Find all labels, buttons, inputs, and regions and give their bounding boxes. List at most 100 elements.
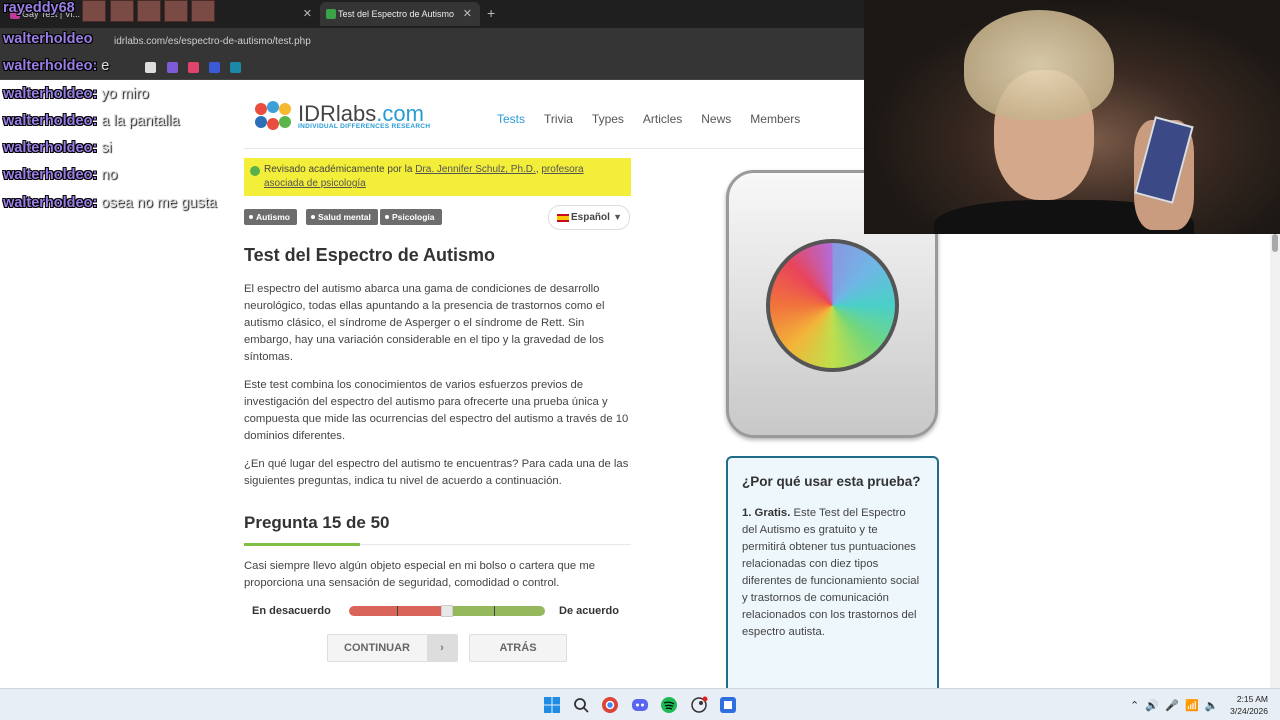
review-banner: Revisado académicamente por la Dra. Jenn…	[244, 158, 631, 196]
chevron-right-icon: ›	[427, 635, 457, 661]
chat-message: si	[101, 140, 112, 156]
emote-thumbnail	[110, 0, 134, 22]
why-use-text: 1. Gratis. Este Test del Espectro del Au…	[742, 505, 923, 641]
nav-tests[interactable]: Tests	[497, 112, 525, 126]
why-use-title: ¿Por qué usar esta prueba?	[742, 474, 921, 489]
bookmarks-bar	[0, 56, 864, 80]
search-icon[interactable]	[572, 696, 590, 714]
address-bar[interactable]: idrlabs.com/es/espectro-de-autismo/test.…	[0, 28, 864, 56]
intro-paragraph: El espectro del autismo abarca una gama …	[244, 283, 605, 363]
clock[interactable]: 2:15 AM 3/24/2026	[1222, 693, 1268, 717]
windows-start-icon[interactable]	[543, 696, 561, 714]
chevron-down-icon: ▼	[613, 212, 622, 222]
nav-types[interactable]: Types	[592, 112, 624, 126]
chat-line: walterholdeo	[3, 31, 92, 47]
check-icon	[250, 166, 260, 176]
chat-user: walterholdeo	[3, 195, 93, 211]
chat-line: walterholdeo: osea no me gusta	[3, 195, 217, 211]
chat-user: walterholdeo	[3, 58, 93, 74]
tab-strip: Gay Test | Vi... ✕ Test del Espectro de …	[0, 0, 864, 28]
chat-user: walterholdeo	[3, 31, 93, 47]
chrome-icon[interactable]	[601, 696, 619, 714]
divider	[244, 148, 864, 149]
app-icon[interactable]	[719, 696, 737, 714]
tag-psicologia[interactable]: Psicología	[380, 209, 442, 225]
scrollbar-thumb[interactable]	[1272, 234, 1278, 252]
tab-favicon-icon	[326, 9, 336, 19]
bookmark-icon[interactable]	[167, 62, 178, 73]
reviewer-link[interactable]: Dra. Jennifer Schulz, Ph.D.	[415, 164, 536, 175]
bookmark-icon[interactable]	[145, 62, 156, 73]
chat-message: yo miro	[101, 86, 149, 102]
scale-right-label: De acuerdo	[559, 605, 619, 617]
nav-trivia[interactable]: Trivia	[544, 112, 573, 126]
url-text[interactable]: idrlabs.com/es/espectro-de-autismo/test.…	[114, 36, 311, 47]
emote-thumbnail	[191, 0, 215, 22]
chat-line: walterholdeo: a la pantalla	[3, 113, 180, 129]
chat-line: walterholdeo: no	[3, 167, 118, 183]
nav-articles[interactable]: Articles	[643, 112, 682, 126]
emote-thumbnail	[137, 0, 161, 22]
language-select[interactable]: Español ▼	[548, 205, 630, 230]
chat-message: e	[101, 58, 110, 74]
close-icon[interactable]: ✕	[303, 2, 312, 26]
slider-handle[interactable]	[441, 605, 453, 617]
chat-line: walterholdeo: si	[3, 140, 112, 156]
chat-user: walterholdeo	[3, 167, 93, 183]
system-tray[interactable]: ⌃ 🔊 🎤 📶 🔈	[1130, 699, 1218, 712]
chat-line: walterholdeo: yo miro	[3, 86, 149, 102]
continue-button[interactable]: CONTINUAR ›	[327, 634, 458, 662]
tag-salud-mental[interactable]: Salud mental	[306, 209, 378, 225]
tag-autismo[interactable]: Autismo	[244, 209, 297, 225]
review-prefix: Revisado académicamente por la	[264, 164, 416, 175]
chat-message: a la pantalla	[101, 113, 180, 129]
chat-message: no	[101, 167, 118, 183]
steam-icon[interactable]	[690, 696, 708, 714]
chat-user: walterholdeo	[3, 113, 93, 129]
question-text: Casi siempre llevo algún objeto especial…	[244, 560, 596, 589]
back-button[interactable]: ATRÁS	[469, 634, 567, 662]
slider-tick	[397, 606, 398, 616]
new-tab-icon[interactable]: +	[487, 5, 495, 21]
spotify-icon[interactable]	[660, 696, 678, 714]
emote-thumbnail	[82, 0, 106, 22]
webcam-overlay	[864, 0, 1280, 234]
clock-date: 3/24/2026	[1230, 706, 1268, 716]
point-label: 1. Gratis.	[742, 507, 791, 519]
spain-flag-icon	[557, 214, 569, 222]
discord-icon[interactable]	[631, 696, 649, 714]
close-icon[interactable]: ✕	[463, 2, 472, 26]
chat-user: rayeddy68	[3, 0, 75, 16]
color-wheel-icon	[766, 239, 899, 372]
intro-paragraph: Este test combina los conocimientos de v…	[244, 379, 629, 442]
taskbar: ⌃ 🔊 🎤 📶 🔈 2:15 AM 3/24/2026	[0, 688, 1280, 720]
question-header: Pregunta 15 de 50	[244, 513, 390, 532]
intro-paragraph: ¿En qué lugar del espectro del autismo t…	[244, 458, 629, 487]
bookmark-icon[interactable]	[188, 62, 199, 73]
chat-user: walterholdeo	[3, 86, 93, 102]
chat-line: rayeddy68	[3, 0, 75, 16]
main-nav: Tests Trivia Types Articles News Members	[497, 112, 819, 126]
webcam-person-hair	[964, 10, 1114, 120]
chat-message: osea no me gusta	[101, 195, 217, 211]
continue-label: CONTINUAR	[344, 642, 410, 654]
progress-bar	[244, 543, 361, 546]
point-text: Este Test del Espectro del Autismo es gr…	[742, 507, 920, 638]
nav-news[interactable]: News	[701, 112, 731, 126]
bookmark-icon[interactable]	[209, 62, 220, 73]
bookmark-icon[interactable]	[230, 62, 241, 73]
language-label: Español	[571, 212, 610, 223]
why-use-box: ¿Por qué usar esta prueba? 1. Gratis. Es…	[726, 456, 939, 688]
scrollbar[interactable]	[1270, 234, 1280, 688]
emote-thumbnail	[164, 0, 188, 22]
scale-left-label: En desacuerdo	[252, 605, 331, 617]
chat-user: walterholdeo	[3, 140, 93, 156]
back-label: ATRÁS	[499, 642, 537, 654]
clock-time: 2:15 AM	[1236, 694, 1268, 704]
tab-label: Test del Espectro de Autismo	[338, 9, 455, 19]
logo-tagline: INDIVIDUAL DIFFERENCES RESEARCH	[298, 123, 431, 130]
tab-autism-test[interactable]: Test del Espectro de Autismo ✕	[320, 2, 480, 26]
chat-line: walterholdeo: e	[3, 58, 110, 74]
nav-members[interactable]: Members	[750, 112, 800, 126]
slider-tick	[494, 606, 495, 616]
